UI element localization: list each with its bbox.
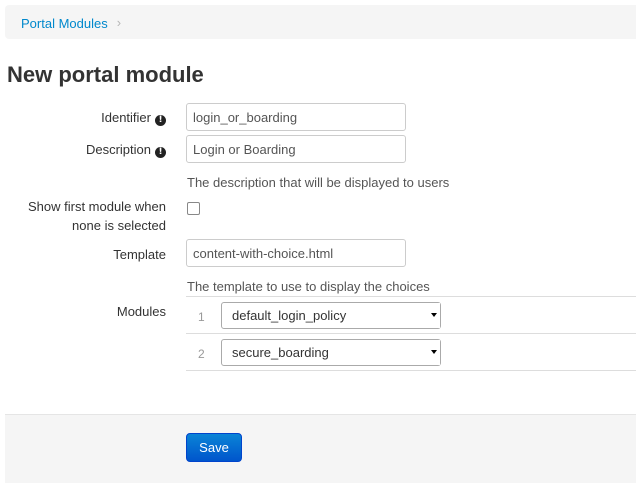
description-input[interactable]: [186, 135, 406, 163]
module-row-index: 2: [198, 347, 205, 361]
template-input[interactable]: [186, 239, 406, 267]
module-row-index: 1: [198, 310, 205, 324]
show-first-module-label: Show first module when none is selected: [28, 197, 166, 235]
description-label: Description!: [86, 140, 166, 159]
template-label: Template: [113, 247, 166, 262]
show-first-module-checkbox[interactable]: [187, 202, 200, 215]
identifier-label-text: Identifier: [101, 110, 151, 125]
exclamation-circle-icon: !: [155, 115, 166, 126]
save-button[interactable]: Save: [186, 433, 242, 462]
modules-label: Modules: [116, 304, 166, 319]
template-help: The template to use to display the choic…: [187, 279, 430, 294]
show-first-module-label-line2: none is selected: [72, 218, 166, 233]
module-row: 2 secure_boarding: [186, 333, 636, 371]
chevron-down-icon: [431, 313, 437, 317]
modules-table: 1 default_login_policy 2 secure_boarding: [186, 296, 636, 371]
module-select-value: secure_boarding: [232, 345, 329, 360]
exclamation-circle-icon: !: [155, 147, 166, 158]
breadcrumb: Portal Modules ›: [5, 5, 636, 39]
show-first-module-label-line1: Show first module when: [27, 199, 166, 214]
module-row: 1 default_login_policy: [186, 296, 636, 333]
form-actions: Save: [5, 414, 636, 483]
module-select-value: default_login_policy: [232, 308, 347, 323]
page-title: New portal module: [7, 62, 204, 87]
description-label-text: Description: [85, 142, 151, 157]
description-help: The description that will be displayed t…: [187, 175, 450, 190]
chevron-down-icon: [431, 350, 437, 354]
chevron-right-icon: ›: [116, 15, 122, 30]
module-select[interactable]: secure_boarding: [221, 339, 441, 366]
breadcrumb-link-portal-modules[interactable]: Portal Modules: [21, 16, 108, 31]
module-select[interactable]: default_login_policy: [221, 302, 441, 329]
identifier-label: Identifier!: [101, 108, 166, 127]
identifier-input[interactable]: [186, 103, 406, 131]
